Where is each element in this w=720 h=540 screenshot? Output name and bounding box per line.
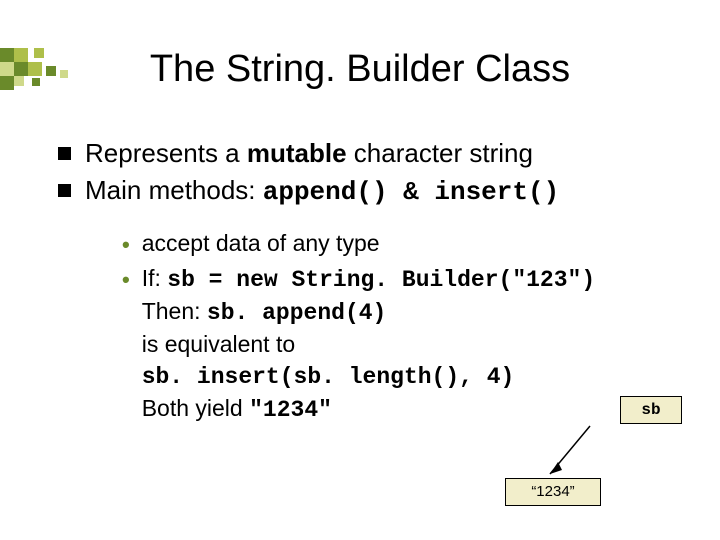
bullet-mutable: Represents a mutable character string — [58, 137, 692, 170]
bullet-methods: Main methods: append() & insert() — [58, 174, 692, 209]
yield-box: “1234” — [505, 478, 601, 506]
sb-box: sb — [620, 396, 682, 424]
equiv-text: is equivalent to — [142, 329, 595, 360]
sub-bullet-accept: • accept data of any type — [122, 228, 692, 259]
square-bullet-icon — [58, 147, 71, 160]
both-label: Both yield — [142, 395, 249, 421]
dot-bullet-icon: • — [122, 269, 130, 291]
code-result: "1234" — [249, 397, 332, 423]
text-post: character string — [347, 138, 533, 168]
arrow-icon — [538, 424, 600, 480]
sub-bullets: • accept data of any type • If: sb = new… — [58, 228, 692, 426]
text-bold: mutable — [247, 138, 347, 168]
sub-text: accept data of any type — [142, 228, 380, 259]
code-insert: sb. insert(sb. length(), 4) — [142, 364, 515, 390]
text-pre: Represents a — [85, 138, 247, 168]
code-if: sb = new String. Builder("123") — [167, 267, 595, 293]
then-label: Then: — [142, 298, 207, 324]
text-pre: Main methods: — [85, 175, 263, 205]
logo-squares — [0, 48, 120, 90]
code-then: sb. append(4) — [207, 300, 386, 326]
dot-bullet-icon: • — [122, 234, 130, 256]
slide-content: Represents a mutable character string Ma… — [0, 137, 720, 426]
sub-bullet-example: • If: sb = new String. Builder("123") Th… — [122, 263, 692, 426]
code-methods: append() & insert() — [263, 177, 559, 207]
if-label: If: — [142, 265, 168, 291]
square-bullet-icon — [58, 184, 71, 197]
